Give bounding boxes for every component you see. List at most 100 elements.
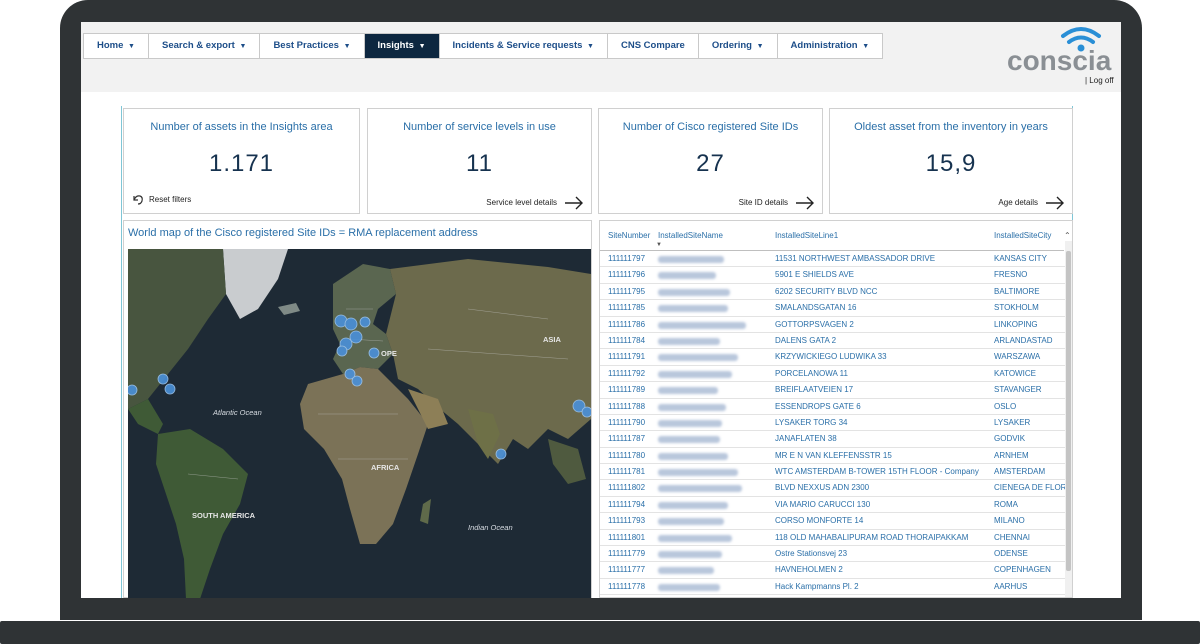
redacted-site-name-cell <box>658 551 722 559</box>
site-city-cell: COPENHAGEN <box>994 565 1051 575</box>
table-row[interactable]: 111111801 118 OLD MAHABALIPURAM ROAD THOR… <box>600 530 1066 547</box>
site-marker <box>164 383 176 395</box>
table-row[interactable]: 111111793 CORSO MONFORTE 14 MILANO <box>600 513 1066 530</box>
table-row[interactable]: 111111794 VIA MARIO CARUCCI 130 ROMA <box>600 497 1066 514</box>
site-address-cell: BLVD NEXXUS ADN 2300 <box>775 483 870 493</box>
browser-viewport: Home ▼ Search & export ▼ Best Practices … <box>81 22 1121 598</box>
col-installed-site-name[interactable]: InstalledSiteName <box>658 231 723 240</box>
map-label-europe: OPE <box>381 349 397 358</box>
site-id-details-link[interactable]: Site ID details <box>739 198 788 207</box>
table-row[interactable]: 111111784 DALENS GATA 2 ARLANDASTAD <box>600 333 1066 350</box>
site-number-cell: 111111789 <box>608 385 646 395</box>
site-address-cell: DALENS GATA 2 <box>775 335 837 345</box>
redacted-site-name-cell <box>658 321 746 329</box>
site-city-cell: ARNHEM <box>994 450 1029 460</box>
site-city-cell: LYSAKER <box>994 417 1031 427</box>
table-row[interactable]: 111111777 HAVNEHOLMEN 2 COPENHAGEN <box>600 562 1066 579</box>
col-installed-site-city[interactable]: InstalledSiteCity <box>994 231 1051 240</box>
table-scrollbar[interactable] <box>1065 241 1072 597</box>
map-label-indian: Indian Ocean <box>468 523 513 532</box>
site-address-cell: WTC AMSTERDAM B-TOWER 15TH FLOOR - Compa… <box>775 467 979 477</box>
map-label-south-america: SOUTH AMERICA <box>192 511 256 520</box>
arrow-right-icon[interactable] <box>563 195 585 211</box>
table-row[interactable]: 111111791 KRZYWICKIEGO LUDWIKA 33 WARSZAWA <box>600 349 1066 366</box>
site-address-cell: KRZYWICKIEGO LUDWIKA 33 <box>775 352 887 362</box>
kpi-assets-title: Number of assets in the Insights area <box>150 121 333 133</box>
logout-link[interactable]: | Log off <box>1085 76 1114 85</box>
site-marker <box>368 347 380 359</box>
arrow-right-icon[interactable] <box>794 195 816 211</box>
table-row[interactable]: 111111783SCHLATKAMP 9STEINFURT <box>600 595 1066 597</box>
redacted-site-name-cell <box>658 518 724 526</box>
service-level-details-link[interactable]: Service level details <box>486 198 557 207</box>
scroll-thumb[interactable] <box>1066 251 1071 571</box>
table-row[interactable]: 111111778 Hack Kampmanns Pl. 2 AARHUS <box>600 579 1066 596</box>
redacted-site-name-cell <box>658 485 742 493</box>
site-address-cell: 11531 NORTHWEST AMBASSADOR DRIVE <box>775 254 936 263</box>
nav-incidents[interactable]: Incidents & Service requests ▼ <box>440 34 608 58</box>
nav-insights[interactable]: Insights ▼ <box>364 34 440 58</box>
table-row[interactable]: 111111787 JANAFLATEN 38 GODVIK <box>600 431 1066 448</box>
table-row[interactable]: 111111796 5901 E SHIELDS AVE FRESNO <box>600 267 1066 284</box>
table-row[interactable]: 111111788 ESSENDROPS GATE 6 OSLO <box>600 399 1066 415</box>
site-address-cell: 6202 SECURITY BLVD NCC <box>775 286 878 296</box>
reset-filters-label: Reset filters <box>149 195 192 204</box>
nav-home-label: Home <box>97 40 124 51</box>
table-row[interactable]: 111111790 LYSAKER TORG 34 LYSAKER <box>600 415 1066 432</box>
site-city-cell: MILANO <box>994 516 1025 526</box>
insights-dashboard: Number of assets in the Insights area 1.… <box>121 106 1073 598</box>
col-installed-site-line1[interactable]: InstalledSiteLine1 <box>775 231 838 240</box>
table-row[interactable]: 111111780 MR E N VAN KLEFFENSSTR 15 ARNHEM <box>600 448 1066 465</box>
site-city-cell: AARHUS <box>994 581 1028 591</box>
site-city-cell: FRESNO <box>994 270 1028 280</box>
site-address-cell: JANAFLATEN 38 <box>775 434 837 444</box>
col-site-number[interactable]: SiteNumber <box>608 231 650 240</box>
site-city-cell: ODENSE <box>994 549 1028 559</box>
nav-cns-compare[interactable]: CNS Compare <box>608 34 699 58</box>
site-city-cell: WARSZAWA <box>994 352 1041 362</box>
logo-text: conscia <box>1007 45 1112 76</box>
table-row[interactable]: 111111792 PORCELANOWA 11 KATOWICE <box>600 366 1066 383</box>
redacted-site-name-cell <box>658 583 720 591</box>
nav-administration[interactable]: Administration ▼ <box>778 34 883 58</box>
site-address-cell: MR E N VAN KLEFFENSSTR 15 <box>775 450 892 460</box>
table-row[interactable]: 111111786 GOTTORPSVAGEN 2 LINKOPING <box>600 317 1066 333</box>
table-row[interactable]: 111111785 SMALANDSGATAN 16 STOKHOLM <box>600 300 1066 317</box>
chevron-up-icon[interactable]: ⌃ <box>1064 231 1071 240</box>
chevron-down-icon: ▼ <box>756 43 764 50</box>
site-number-cell: 111111790 <box>608 417 646 427</box>
site-marker <box>581 406 591 418</box>
site-marker <box>344 317 358 331</box>
reset-filters-button[interactable]: Reset filters <box>132 194 191 205</box>
redacted-site-name-cell <box>658 452 728 460</box>
kpi-oldest-asset-card: Oldest asset from the inventory in years… <box>829 108 1073 214</box>
nav-home[interactable]: Home ▼ <box>84 34 149 58</box>
table-row[interactable]: 111111789 BREIFLAATVEIEN 17 STAVANGER <box>600 382 1066 399</box>
age-details-link[interactable]: Age details <box>998 198 1038 207</box>
site-number-cell: 111111780 <box>608 450 646 460</box>
site-number-cell: 111111787 <box>608 434 646 444</box>
site-number-cell: 111111778 <box>608 581 646 591</box>
kpi-site-ids-title: Number of Cisco registered Site IDs <box>622 121 799 133</box>
kpi-oldest-asset-title: Oldest asset from the inventory in years <box>854 121 1048 133</box>
world-map[interactable]: ASIA OPE Atlantic Ocean AFRICA SOUTH AME… <box>128 249 591 598</box>
arrow-right-icon[interactable] <box>1044 195 1066 211</box>
table-row[interactable]: 111111795 6202 SECURITY BLVD NCC BALTIMORE <box>600 284 1066 301</box>
site-city-cell: AMSTERDAM <box>994 467 1046 477</box>
table-row[interactable]: 111111779 Ostre Stationsvej 23 ODENSE <box>600 546 1066 563</box>
chevron-down-icon: ▼ <box>862 43 870 50</box>
site-city-cell: LINKOPING <box>994 319 1038 329</box>
site-number-cell: 111111784 <box>608 335 646 345</box>
table-row[interactable]: 111111781 WTC AMSTERDAM B-TOWER 15TH FLOO… <box>600 464 1066 481</box>
nav-search-export-label: Search & export <box>161 40 235 51</box>
nav-best-practices[interactable]: Best Practices ▼ <box>260 34 365 58</box>
site-city-cell: KANSAS CITY <box>994 254 1047 263</box>
nav-search-export[interactable]: Search & export ▼ <box>149 34 261 58</box>
nav-ordering[interactable]: Ordering ▼ <box>699 34 778 58</box>
table-row[interactable]: 111111802 BLVD NEXXUS ADN 2300 CIENEGA DE … <box>600 480 1072 497</box>
chevron-down-icon: ▼ <box>239 43 247 50</box>
table-row[interactable]: 111111797 11531 NORTHWEST AMBASSADOR DRIV… <box>600 251 1066 268</box>
table-header: SiteNumber InstalledSiteName ▼ Installed… <box>600 221 1064 251</box>
site-city-cell: ARLANDASTAD <box>994 335 1053 345</box>
site-address-cell: HAVNEHOLMEN 2 <box>775 565 843 575</box>
